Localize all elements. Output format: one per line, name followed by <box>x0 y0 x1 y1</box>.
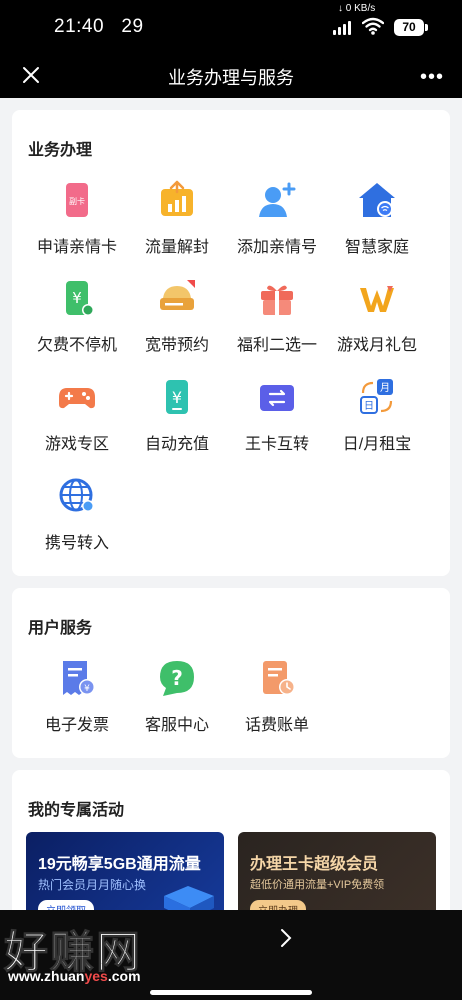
item-label: 游戏专区 <box>44 436 109 453</box>
item-e-invoice[interactable]: ¥ 电子发票 <box>27 658 127 735</box>
business-title: 业务办理 <box>28 142 93 159</box>
banner-button[interactable]: 立即领取 <box>38 900 94 910</box>
item-broadband-booking[interactable]: 宽带预约 <box>127 278 227 355</box>
signal-icon <box>333 21 351 35</box>
item-apply-family-card[interactable]: 副卡 申请亲情卡 <box>27 180 127 257</box>
network-speed: ↓ 0 KB/s <box>338 3 376 14</box>
business-card: 业务办理 副卡 申请亲情卡 流量解封 添加亲情号 智慧家庭 ¥ 欠费不停机 宽带… <box>12 110 450 576</box>
banner-button[interactable]: 立即办理 <box>250 900 306 910</box>
customer-service-icon: ? <box>160 661 194 696</box>
main-content: 业务办理 副卡 申请亲情卡 流量解封 添加亲情号 智慧家庭 ¥ 欠费不停机 宽带… <box>0 98 462 910</box>
item-label: 话费账单 <box>244 717 309 734</box>
item-label: 日/月租宝 <box>342 436 412 453</box>
banner-title: 办理王卡超级会员 <box>250 856 379 873</box>
broadband-booking-icon <box>160 280 195 310</box>
e-invoice-icon: ¥ <box>63 661 95 695</box>
status-bar: 21:40 29 ↓ 0 KB/s 70 <box>0 0 462 56</box>
item-label: 自动充值 <box>144 436 209 453</box>
card-transfer-icon <box>260 385 294 411</box>
item-game-gift-pack[interactable]: 游戏月礼包 <box>327 278 427 355</box>
phone-bill-icon <box>263 661 295 695</box>
item-label: 福利二选一 <box>236 337 317 354</box>
activities-card: 我的专属活动 19元畅享5GB通用流量 热门会员月月随心换 立即领取 办理王卡超… <box>12 770 450 910</box>
page-title: 业务办理与服务 <box>168 68 294 88</box>
svg-text:月: 月 <box>380 382 390 394</box>
home-indicator[interactable] <box>150 990 312 995</box>
item-label: 智慧家庭 <box>344 239 409 256</box>
user-service-title: 用户服务 <box>28 620 93 637</box>
more-icon[interactable]: ••• <box>420 66 444 89</box>
item-label: 宽带预约 <box>144 337 209 354</box>
wifi-icon <box>362 17 384 35</box>
banner-title: 19元畅享5GB通用流量 <box>38 856 201 873</box>
svg-text:日: 日 <box>364 401 374 412</box>
svg-text:¥: ¥ <box>172 388 182 407</box>
item-arrears-service[interactable]: ¥ 欠费不停机 <box>27 278 127 355</box>
secondary-card-icon: 副卡 <box>66 183 88 217</box>
daily-monthly-rent-icon: 月 日 <box>360 379 393 414</box>
item-label: 欠费不停机 <box>36 337 117 354</box>
bottom-bar: 好赚网 www.zhuanyes.com <box>0 910 462 1000</box>
item-label: 流量解封 <box>144 239 209 256</box>
gift-choice-icon <box>261 285 293 315</box>
svg-text:?: ? <box>171 666 183 690</box>
battery-icon: 70 <box>394 19 428 36</box>
arrears-service-icon: ¥ <box>66 281 94 316</box>
item-card-transfer[interactable]: 王卡互转 <box>227 377 327 454</box>
item-add-family-number[interactable]: 添加亲情号 <box>227 180 327 257</box>
svg-text:¥: ¥ <box>84 684 90 694</box>
smart-home-icon <box>359 183 395 217</box>
item-smart-home[interactable]: 智慧家庭 <box>327 180 427 257</box>
data-unlock-icon <box>161 180 193 216</box>
banner-vip-offer[interactable]: 办理王卡超级会员 超低价通用流量+VIP免费领 立即办理 <box>238 832 436 910</box>
svg-text:副卡: 副卡 <box>69 196 85 206</box>
item-data-unlock[interactable]: 流量解封 <box>127 180 227 257</box>
item-gift-choice[interactable]: 福利二选一 <box>227 278 327 355</box>
gift-box-illustration <box>164 886 214 910</box>
item-number-portability[interactable]: 携号转入 <box>27 476 127 553</box>
item-label: 携号转入 <box>44 535 109 552</box>
activities-title: 我的专属活动 <box>28 802 125 819</box>
add-family-number-icon <box>259 182 296 217</box>
banner-data-offer[interactable]: 19元畅享5GB通用流量 热门会员月月随心换 立即领取 <box>26 832 224 910</box>
item-daily-monthly-rent[interactable]: 月 日 日/月租宝 <box>327 377 427 454</box>
banner-subtitle: 超低价通用流量+VIP免费领 <box>250 879 385 891</box>
item-auto-recharge[interactable]: ¥ 自动充值 <box>127 377 227 454</box>
auto-recharge-icon: ¥ <box>166 380 188 414</box>
item-label: 添加亲情号 <box>236 239 317 256</box>
item-label: 游戏月礼包 <box>336 337 417 354</box>
game-gift-pack-icon <box>360 286 394 312</box>
item-label: 客服中心 <box>144 717 209 734</box>
chevron-right-icon[interactable] <box>276 926 296 950</box>
user-service-card: 用户服务 ¥ 电子发票 ? 客服中心 话费账单 <box>12 588 450 758</box>
nav-bar: 业务办理与服务 ••• <box>0 56 462 98</box>
item-label: 申请亲情卡 <box>36 239 117 256</box>
item-label: 王卡互转 <box>244 436 309 453</box>
status-time: 21:40 29 <box>54 16 144 37</box>
item-phone-bill[interactable]: 话费账单 <box>227 658 327 735</box>
item-game-zone[interactable]: 游戏专区 <box>27 377 127 454</box>
svg-text:¥: ¥ <box>72 289 82 307</box>
gamepad-icon <box>59 388 95 409</box>
globe-icon <box>59 478 94 512</box>
item-customer-service[interactable]: ? 客服中心 <box>127 658 227 735</box>
watermark-url: www.zhuanyes.com <box>8 968 141 984</box>
banner-subtitle: 热门会员月月随心换 <box>38 878 147 892</box>
item-label: 电子发票 <box>44 717 109 734</box>
